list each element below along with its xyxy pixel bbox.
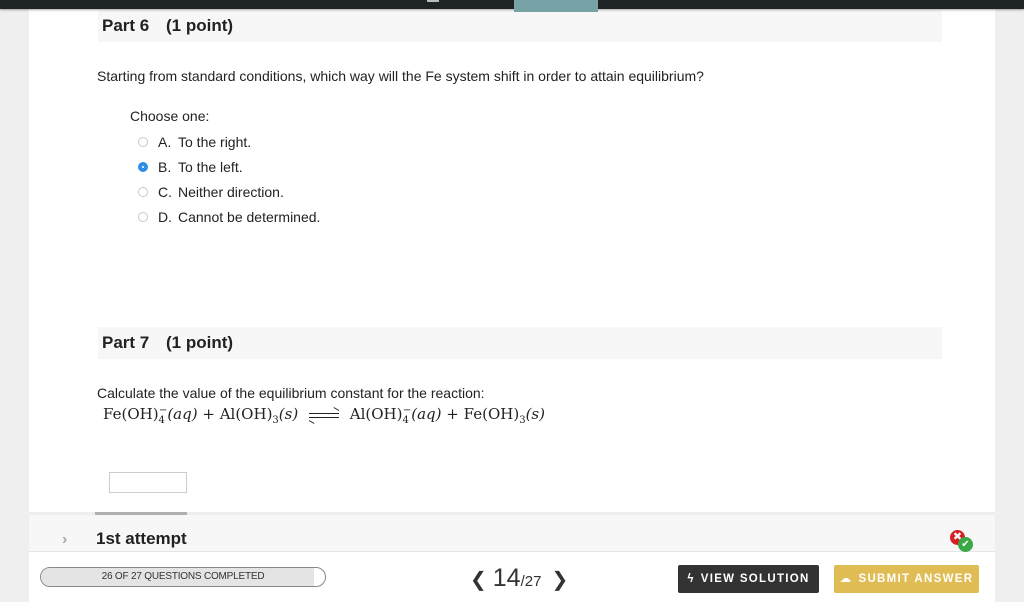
choice-d[interactable]: D. Cannot be determined. xyxy=(138,209,320,225)
choice-letter: C. xyxy=(158,184,172,200)
part-7-question: Calculate the value of the equilibrium c… xyxy=(97,385,485,401)
view-solution-label: VIEW SOLUTION xyxy=(700,573,810,585)
submit-answer-label: SUBMIT ANSWER xyxy=(858,573,974,585)
choice-letter: D. xyxy=(158,209,172,225)
question-pager: ❮ 14 /27 ❯ xyxy=(464,564,574,593)
part-title: Part 6 xyxy=(102,16,150,35)
choice-text: To the right. xyxy=(178,134,252,150)
top-nav-bar xyxy=(0,0,1024,12)
part-points: (1 point) xyxy=(165,333,234,352)
correct-icon: ✔ xyxy=(958,537,973,552)
chevron-right-icon[interactable]: › xyxy=(62,531,67,549)
choice-text: Cannot be determined. xyxy=(178,209,321,225)
next-question-icon[interactable]: ❯ xyxy=(545,567,574,592)
reactant-1: Fe(OH)4−(aq) xyxy=(103,405,198,426)
view-solution-button[interactable]: ϟ VIEW SOLUTION xyxy=(678,565,819,593)
choose-one-label: Choose one: xyxy=(130,108,210,124)
current-question-number: 14 xyxy=(492,564,521,592)
attempt-status: ✖ ✔ xyxy=(950,530,976,552)
lightning-icon: ϟ xyxy=(687,573,695,585)
plus-sign: + xyxy=(446,405,459,423)
choice-a[interactable]: A. To the right. xyxy=(138,134,251,150)
choice-text: To the left. xyxy=(178,159,243,175)
part-6-question: Starting from standard conditions, which… xyxy=(97,68,704,84)
part-7-header: Part 7 (1 point) xyxy=(98,327,942,359)
part-6-header: Part 6 (1 point) xyxy=(98,10,942,42)
choice-b[interactable]: B. To the left. xyxy=(138,159,243,175)
choice-letter: B. xyxy=(158,159,172,175)
total-questions: /27 xyxy=(520,573,542,590)
active-tab-indicator[interactable] xyxy=(514,0,598,12)
submit-answer-button[interactable]: ☁ SUBMIT ANSWER xyxy=(834,565,979,593)
reactant-2: Al(OH)3(s) xyxy=(219,405,299,426)
radio-button[interactable] xyxy=(138,187,148,197)
radio-button[interactable] xyxy=(138,212,148,222)
plus-sign: + xyxy=(202,405,215,423)
radio-button-selected[interactable] xyxy=(138,162,148,172)
choice-letter: A. xyxy=(158,134,172,150)
product-1: Al(OH)4−(aq) xyxy=(349,405,442,426)
questions-progress-bar: 26 OF 27 QUESTIONS COMPLETED xyxy=(40,567,326,587)
attempt-label[interactable]: 1st attempt xyxy=(96,529,187,549)
product-2: Fe(OH)3(s) xyxy=(463,405,545,426)
radio-button[interactable] xyxy=(138,137,148,147)
choice-text: Neither direction. xyxy=(178,184,284,200)
attempt-tab-indicator xyxy=(95,512,187,515)
progress-text: 26 OF 27 QUESTIONS COMPLETED xyxy=(101,571,265,582)
part-points: (1 point) xyxy=(165,16,234,35)
cloud-upload-icon: ☁ xyxy=(839,573,853,585)
reaction-equation: Fe(OH)4−(aq) + Al(OH)3(s) Al(OH)4−(aq) +… xyxy=(103,405,545,426)
choice-c[interactable]: C. Neither direction. xyxy=(138,184,284,200)
equilibrium-constant-input[interactable] xyxy=(109,472,187,493)
nav-marker xyxy=(427,0,439,2)
part-title: Part 7 xyxy=(102,333,150,352)
equilibrium-arrow-icon xyxy=(308,407,340,424)
previous-question-icon[interactable]: ❮ xyxy=(464,567,493,592)
